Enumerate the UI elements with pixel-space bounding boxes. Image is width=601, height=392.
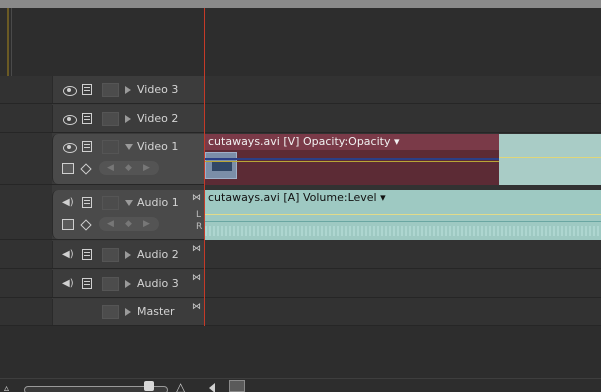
track-row-master: Master ⋈ bbox=[0, 299, 601, 326]
expand-triangle-icon[interactable] bbox=[125, 251, 131, 259]
empty-area-bottom bbox=[0, 326, 601, 378]
filmstrip-icon[interactable] bbox=[82, 249, 92, 260]
lock-toggle[interactable] bbox=[102, 248, 119, 262]
filmstrip-icon[interactable] bbox=[82, 141, 92, 152]
audio-waveform bbox=[205, 226, 601, 236]
video-track-line bbox=[499, 157, 601, 158]
zoom-in-icon[interactable]: △ bbox=[176, 380, 190, 392]
horizontal-scrollbar-thumb[interactable] bbox=[229, 380, 245, 392]
channel-left-label: L bbox=[196, 210, 202, 220]
sync-lock-icon[interactable]: ⋈ bbox=[192, 194, 202, 203]
sync-lock-icon[interactable]: ⋈ bbox=[192, 245, 202, 254]
sync-lock-icon[interactable]: ⋈ bbox=[192, 303, 202, 312]
expand-triangle-icon[interactable] bbox=[125, 280, 131, 288]
collapse-triangle-icon[interactable] bbox=[125, 200, 133, 206]
volume-rubberband[interactable] bbox=[205, 214, 601, 215]
next-keyframe-icon[interactable]: ▶ bbox=[143, 217, 150, 231]
audio-channel-divider bbox=[205, 221, 601, 222]
speaker-icon[interactable]: ◀) bbox=[62, 278, 78, 290]
lock-toggle[interactable] bbox=[102, 196, 119, 210]
track-label-audio1: Audio 1 bbox=[137, 196, 179, 209]
sync-lock-icon[interactable]: ⋈ bbox=[192, 274, 202, 283]
lock-toggle[interactable] bbox=[102, 140, 119, 154]
add-keyframe-icon[interactable]: ◆ bbox=[125, 217, 132, 231]
track-row-audio3: ◀) Audio 3 ⋈ bbox=[0, 270, 601, 298]
display-style-icon[interactable] bbox=[62, 219, 74, 230]
keyframe-navigator[interactable]: ◀ ◆ ▶ bbox=[99, 217, 159, 231]
track-label-master: Master bbox=[137, 305, 175, 318]
track-row-video2: Video 2 bbox=[0, 105, 601, 133]
video-clip[interactable]: cutaways.avi [V] Opacity:Opacity ▾ bbox=[205, 134, 499, 185]
keyframe-line[interactable] bbox=[205, 161, 499, 162]
display-style-icon[interactable] bbox=[62, 163, 74, 174]
eye-icon[interactable] bbox=[62, 142, 77, 153]
eye-icon[interactable] bbox=[62, 114, 77, 125]
filmstrip-icon[interactable] bbox=[82, 84, 92, 95]
expand-triangle-icon[interactable] bbox=[125, 86, 131, 94]
video-clip-thumbnail bbox=[205, 152, 237, 179]
speaker-icon[interactable]: ◀) bbox=[62, 249, 78, 261]
filmstrip-icon[interactable] bbox=[82, 113, 92, 124]
prev-keyframe-icon[interactable]: ◀ bbox=[107, 217, 114, 231]
filmstrip-icon[interactable] bbox=[82, 197, 92, 208]
audio-clip-title[interactable]: cutaways.avi [A] Volume:Level ▾ bbox=[208, 191, 386, 204]
scroll-left-icon[interactable] bbox=[209, 383, 215, 392]
panel-top-bar bbox=[0, 0, 601, 8]
video-track-region[interactable] bbox=[499, 134, 601, 185]
track-label-audio2: Audio 2 bbox=[137, 248, 179, 261]
track-label-video1: Video 1 bbox=[137, 140, 179, 153]
expand-triangle-icon[interactable] bbox=[125, 115, 131, 123]
track-label-video2: Video 2 bbox=[137, 112, 179, 125]
opacity-rubberband[interactable] bbox=[205, 158, 499, 160]
collapse-triangle-icon[interactable] bbox=[125, 144, 133, 150]
track-row-video3: Video 3 bbox=[0, 76, 601, 104]
speaker-icon[interactable]: ◀) bbox=[62, 197, 78, 209]
zoom-slider-thumb[interactable] bbox=[144, 381, 154, 391]
lock-toggle[interactable] bbox=[102, 305, 119, 319]
lock-toggle[interactable] bbox=[102, 112, 119, 126]
track-label-video3: Video 3 bbox=[137, 83, 179, 96]
track-label-audio3: Audio 3 bbox=[137, 277, 179, 290]
lock-toggle[interactable] bbox=[102, 83, 119, 97]
video-clip-title[interactable]: cutaways.avi [V] Opacity:Opacity ▾ bbox=[208, 135, 400, 148]
eye-icon[interactable] bbox=[62, 85, 77, 96]
channel-right-label: R bbox=[196, 222, 203, 232]
audio-clip[interactable]: cutaways.avi [A] Volume:Level ▾ bbox=[205, 190, 601, 240]
filmstrip-icon[interactable] bbox=[82, 278, 92, 289]
empty-area-top bbox=[0, 8, 601, 76]
zoom-out-icon[interactable]: ▵ bbox=[4, 383, 14, 392]
track-row-audio2: ◀) Audio 2 ⋈ bbox=[0, 241, 601, 269]
expand-triangle-icon[interactable] bbox=[125, 308, 131, 316]
next-keyframe-icon[interactable]: ▶ bbox=[143, 161, 150, 175]
prev-keyframe-icon[interactable]: ◀ bbox=[107, 161, 114, 175]
add-keyframe-icon[interactable]: ◆ bbox=[125, 161, 132, 175]
keyframe-navigator[interactable]: ◀ ◆ ▶ bbox=[99, 161, 159, 175]
lock-toggle[interactable] bbox=[102, 277, 119, 291]
